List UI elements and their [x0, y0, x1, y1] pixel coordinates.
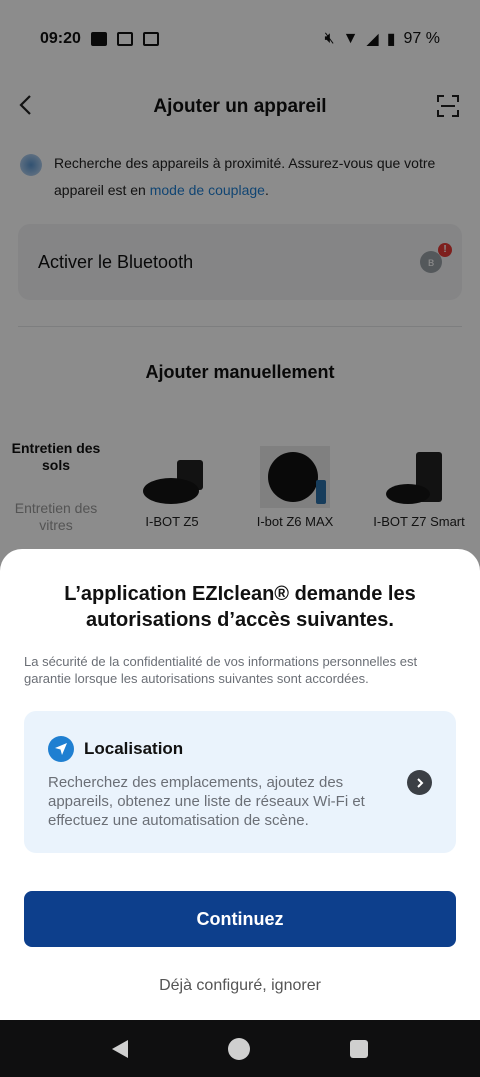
continue-button[interactable]: Continuez — [24, 891, 456, 947]
nav-back-icon[interactable] — [112, 1039, 128, 1058]
permission-sheet: L’application EZIclean® demande les auto… — [0, 549, 480, 1020]
system-nav-bar — [0, 1020, 480, 1077]
nav-recents-icon[interactable] — [350, 1039, 368, 1058]
chevron-right-icon[interactable] — [407, 770, 432, 795]
location-permission-card[interactable]: Localisation Recherchez des emplacements… — [24, 711, 456, 853]
nav-home-icon[interactable] — [228, 1037, 250, 1060]
sheet-description: La sécurité de la confidentialité de vos… — [24, 654, 418, 686]
permission-description: Recherchez des emplacements, ajoutez des… — [48, 774, 365, 829]
skip-link[interactable]: Déjà configuré, ignorer — [0, 977, 480, 995]
permission-title: Localisation — [84, 739, 184, 758]
sheet-title: L’application EZIclean® demande les auto… — [64, 583, 416, 631]
location-arrow-icon — [48, 736, 74, 762]
